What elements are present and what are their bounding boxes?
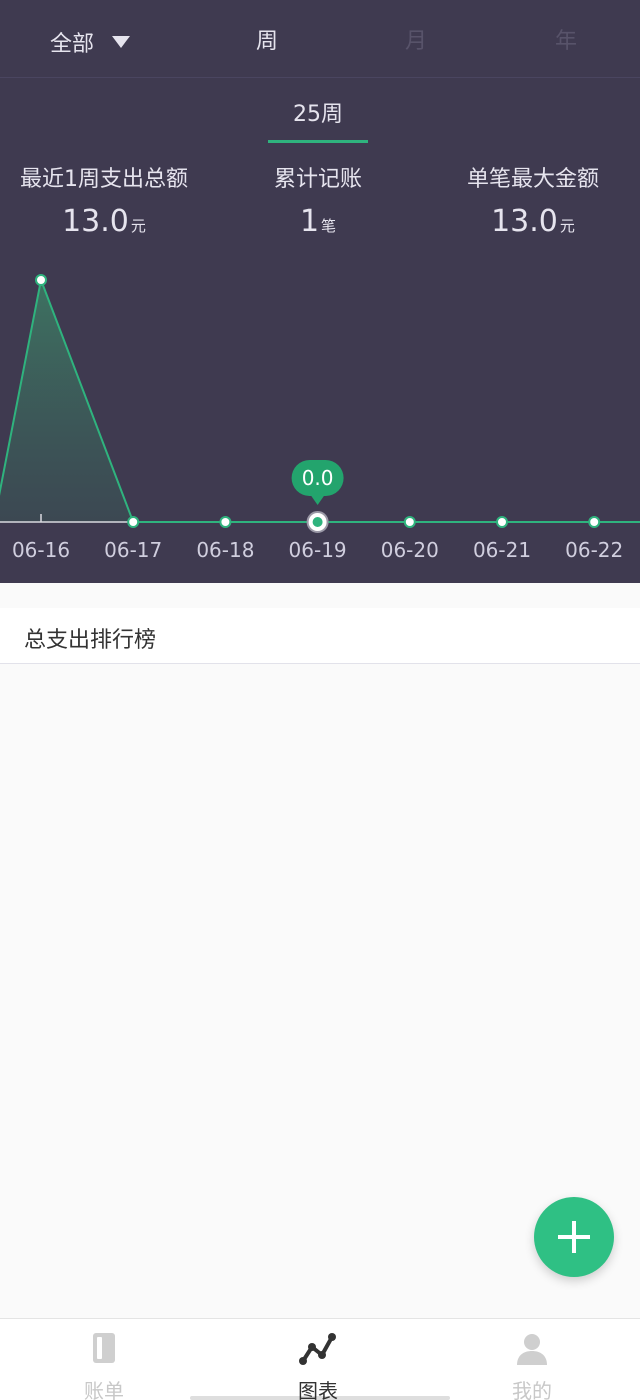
stat-max-label: 单笔最大金额 [466,167,599,192]
home-indicator [190,1396,450,1400]
stat-max-value: 13.0 [491,204,558,239]
category-filter-label: 全部 [50,32,95,57]
stat-count-value-row: 1笔 [258,200,378,248]
data-point [588,516,601,528]
data-point [219,516,232,528]
tab-me[interactable]: 我的 [472,1329,592,1400]
data-point [403,516,416,528]
x-tick-label: 06-21 [473,538,531,562]
tab-month[interactable]: 月 [386,26,446,58]
chart-header: 全部 周 月 年 25周 最近1周支出总额 13.0 元 累计记账 1笔 单笔最大… [0,0,640,583]
book-icon [93,1333,115,1363]
tab-year[interactable]: 年 [536,26,596,58]
stat-total-label: 最近1周支出总额 [20,167,188,192]
selected-point [312,517,323,527]
stat-total-spend: 最近1周支出总额 13.0 元 [0,164,208,248]
tab-me-label: 我的 [512,1379,552,1400]
stat-max-single: 单笔最大金额 13.0 元 [448,164,618,248]
tab-chart[interactable]: 图表 [258,1329,378,1400]
bottom-tab-bar: 账单 图表 我的 [0,1318,640,1400]
week-selector-underline [268,140,368,143]
tooltip-value: 0.0 [302,466,334,490]
tooltip-pointer [310,495,325,505]
tab-week[interactable]: 周 [237,26,297,58]
x-tick-label: 06-19 [289,538,347,562]
x-tick-label: 06-20 [381,538,439,562]
weekly-spend-chart[interactable]: 06-16 06-17 06-18 06-19 06-20 06-21 06-22 0.0 [0,250,640,580]
x-tick-label: 06-18 [196,538,254,562]
stat-total-unit: 元 [130,217,146,235]
x-tick-label: 06-16 [12,538,70,562]
plus-icon-vertical [572,1221,576,1253]
ranking-section-header: 总支出排行榜 [0,608,640,664]
stat-total-value: 13.0 [62,204,129,239]
x-tick-label: 06-17 [104,538,162,562]
chart-area [0,280,595,522]
week-selector[interactable]: 25周 [268,96,368,128]
stat-count-unit: 笔 [321,217,337,235]
data-point [127,516,140,528]
stat-max-unit: 元 [559,217,575,235]
data-point [35,274,47,286]
stat-record-count: 累计记账 1笔 [258,164,378,248]
x-tick-label: 06-22 [565,538,623,562]
stat-count-label: 累计记账 [273,167,362,192]
stat-max-value-row: 13.0 元 [448,200,618,248]
caret-down-icon [112,36,131,48]
chart-line-icon [299,1333,336,1365]
add-record-button[interactable] [534,1197,614,1277]
ranking-title: 总支出排行榜 [24,628,157,653]
user-icon [517,1334,547,1365]
period-selector-bar: 全部 周 月 年 [0,0,640,78]
stat-total-value-row: 13.0 元 [0,200,208,248]
stat-count-value: 1 [299,204,320,239]
tab-bill-label: 账单 [84,1379,124,1400]
category-filter-dropdown[interactable]: 全部 [50,26,131,58]
data-point [496,516,508,528]
tab-bill[interactable]: 账单 [44,1329,164,1400]
